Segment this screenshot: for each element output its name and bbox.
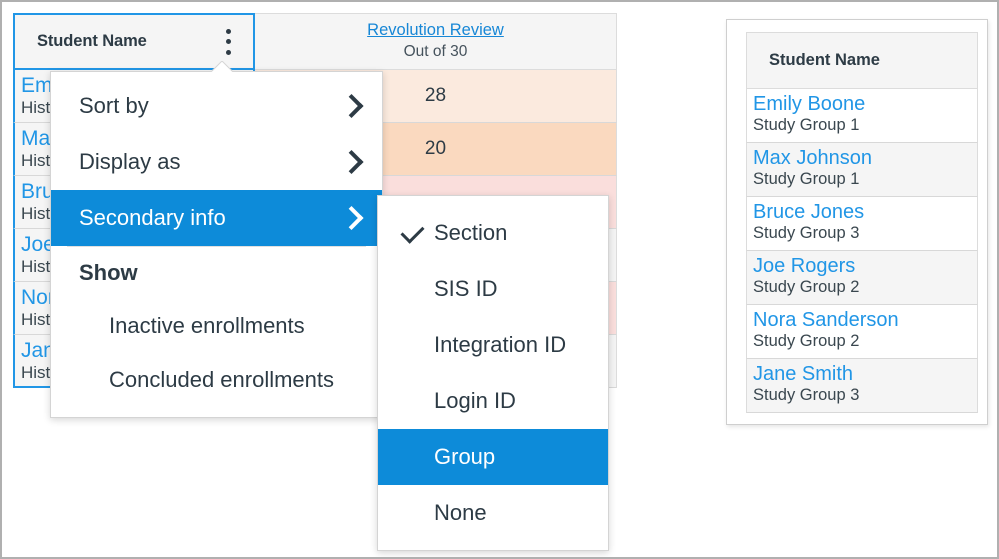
chevron-right-icon: [339, 205, 364, 231]
menu-item-label: Sort by: [79, 93, 149, 118]
menu-item-label: Display as: [79, 149, 181, 174]
screenshot-root: Student Name Revolution Review Out of 30…: [0, 0, 999, 559]
checkmark-icon: [400, 219, 425, 244]
submenu-item-label: Group: [434, 444, 496, 469]
preview-student-secondary-info: Study Group 1: [753, 115, 860, 134]
submenu-item-integration-id[interactable]: Integration ID: [378, 317, 608, 373]
menu-item-secondary-info[interactable]: Secondary info: [51, 190, 382, 246]
submenu-item-label: Section: [434, 220, 508, 245]
kebab-menu-icon[interactable]: [225, 28, 231, 55]
preview-table: Student Name Emily Boone Study Group 1 Max…: [746, 32, 978, 413]
preview-student-name-link[interactable]: Joe Rogers: [753, 255, 977, 278]
preview-student-name-link[interactable]: Bruce Jones: [753, 201, 977, 224]
preview-header-label: Student Name: [769, 51, 880, 69]
submenu-item-login-id[interactable]: Login ID: [378, 373, 608, 429]
menu-item-inactive-enrollments[interactable]: Inactive enrollments: [51, 299, 382, 353]
menu-item-label: Secondary info: [79, 205, 226, 230]
assignment-points-label: Out of 30: [403, 42, 468, 60]
menu-item-sort-by[interactable]: Sort by: [51, 78, 382, 134]
preview-student-name-link[interactable]: Jane Smith: [753, 363, 977, 386]
menu-item-concluded-enrollments[interactable]: Concluded enrollments: [51, 353, 382, 407]
list-item: Emily Boone Study Group 1: [746, 89, 978, 143]
list-item: Bruce Jones Study Group 3: [746, 197, 978, 251]
preview-student-secondary-info: Study Group 2: [753, 331, 860, 350]
secondary-info-submenu: Section SIS ID Integration ID Login ID Group…: [377, 195, 609, 551]
menu-pointer-arrow: [211, 61, 233, 72]
menu-item-label: Concluded enrollments: [109, 367, 335, 392]
submenu-item-sis-id[interactable]: SIS ID: [378, 261, 608, 317]
chevron-right-icon: [339, 93, 364, 119]
submenu-item-label: SIS ID: [434, 276, 498, 301]
preview-header: Student Name: [746, 32, 978, 89]
list-item: Jane Smith Study Group 3: [746, 359, 978, 413]
assignment-title-link[interactable]: Revolution Review: [367, 20, 504, 41]
menu-show-group-label: Show: [79, 260, 138, 285]
submenu-item-label: None: [434, 500, 487, 525]
list-item: Nora Sanderson Study Group 2: [746, 305, 978, 359]
assignment-column-header: Revolution Review Out of 30: [255, 13, 617, 70]
student-name-header-label: Student Name: [37, 32, 147, 50]
menu-item-label: Inactive enrollments: [109, 313, 305, 338]
menu-item-display-as[interactable]: Display as: [51, 134, 382, 190]
preview-student-secondary-info: Study Group 3: [753, 223, 860, 242]
list-item: Joe Rogers Study Group 2: [746, 251, 978, 305]
submenu-item-none[interactable]: None: [378, 485, 608, 541]
chevron-right-icon: [339, 149, 364, 175]
gradebook-header-row: Student Name Revolution Review Out of 30: [13, 13, 617, 70]
submenu-item-section[interactable]: Section: [378, 205, 608, 261]
student-name-column-menu: Sort by Display as Secondary info Show Ina…: [50, 71, 383, 418]
preview-panel: Student Name Emily Boone Study Group 1 Max…: [726, 19, 988, 425]
submenu-item-group[interactable]: Group: [378, 429, 608, 485]
preview-student-name-link[interactable]: Emily Boone: [753, 93, 977, 116]
preview-student-secondary-info: Study Group 3: [753, 385, 860, 404]
preview-student-secondary-info: Study Group 2: [753, 277, 860, 296]
preview-student-name-link[interactable]: Max Johnson: [753, 147, 977, 170]
preview-student-secondary-info: Study Group 1: [753, 169, 860, 188]
submenu-item-label: Integration ID: [434, 332, 567, 357]
submenu-item-label: Login ID: [434, 388, 516, 413]
list-item: Max Johnson Study Group 1: [746, 143, 978, 197]
preview-student-name-link[interactable]: Nora Sanderson: [753, 309, 977, 332]
